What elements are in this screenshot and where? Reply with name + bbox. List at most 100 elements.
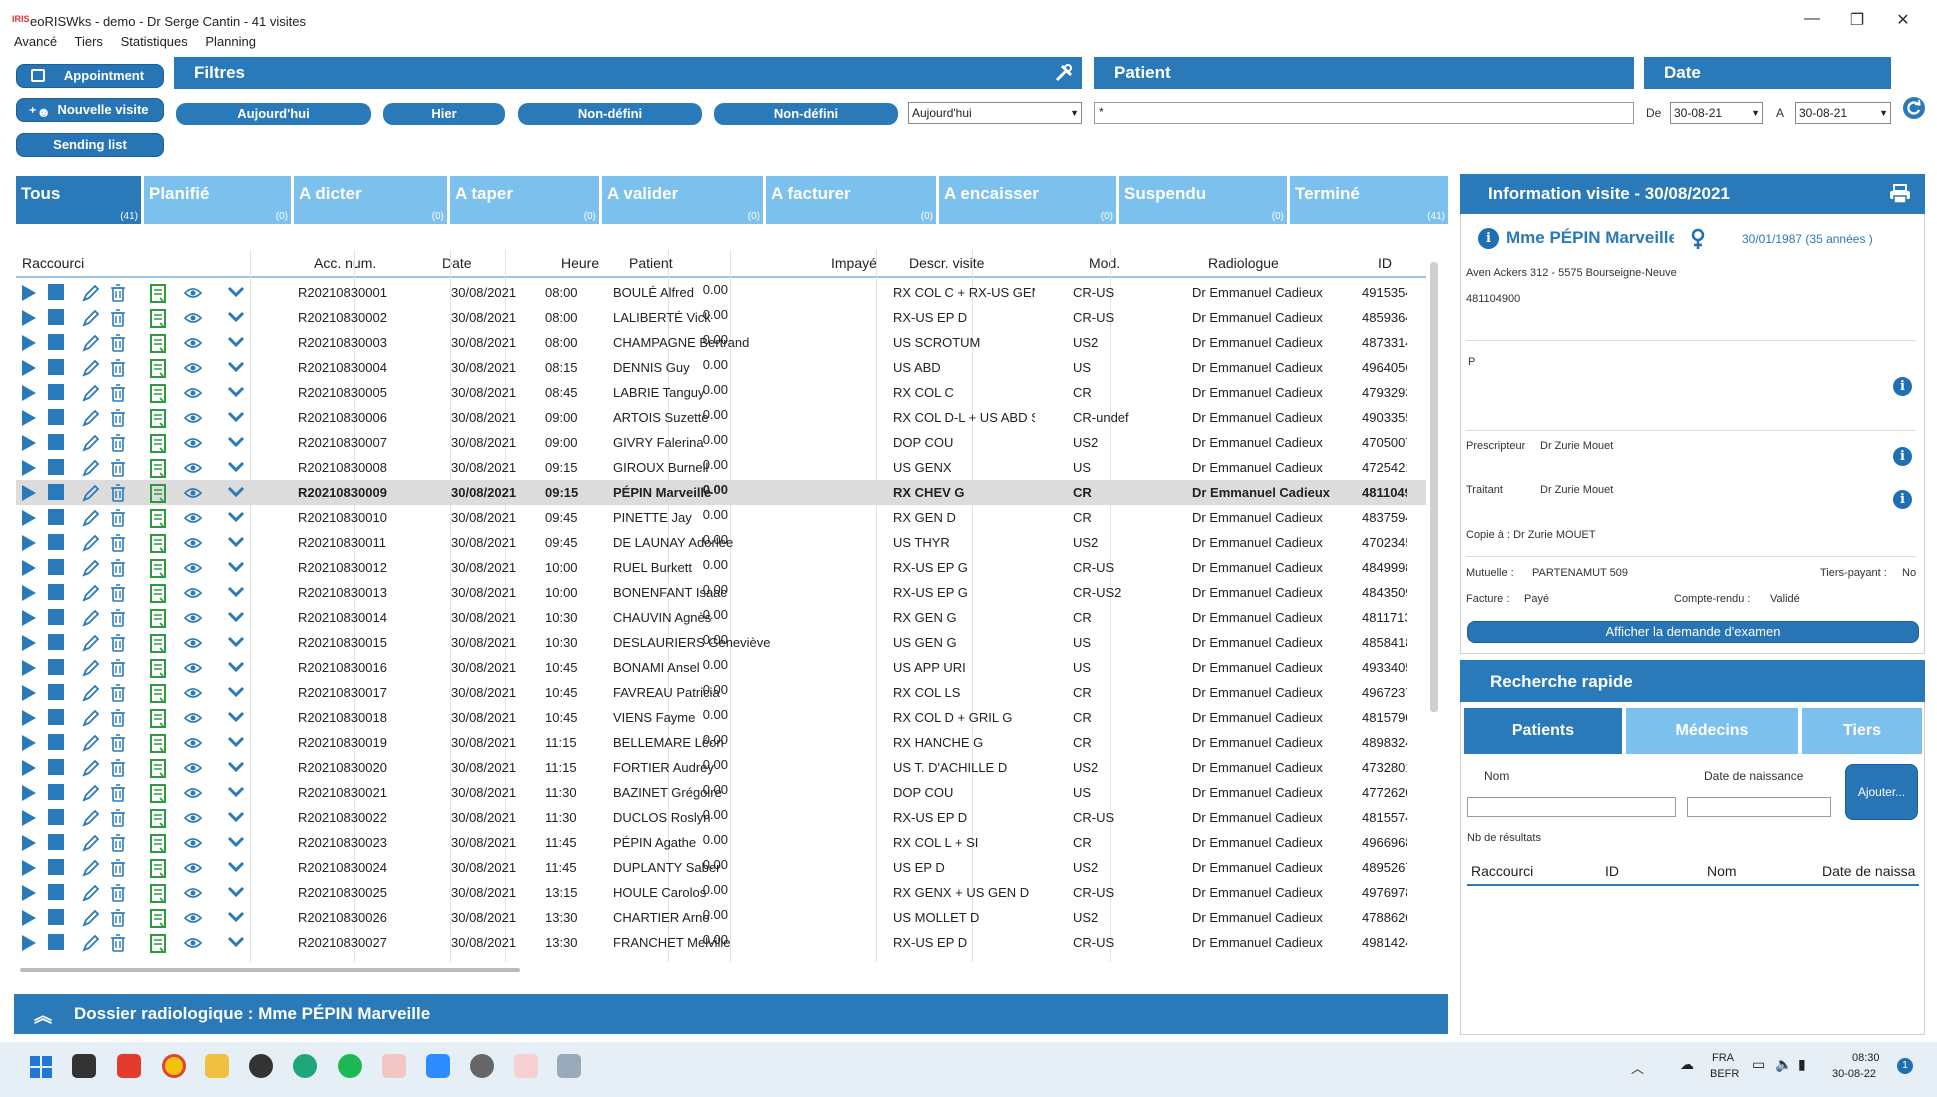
- report-icon[interactable]: [150, 609, 166, 628]
- trash-icon[interactable]: [110, 584, 126, 602]
- play-icon[interactable]: [20, 909, 38, 927]
- dossier-bar[interactable]: ︽ Dossier radiologique : Mme PÉPIN Marve…: [14, 994, 1448, 1034]
- play-icon[interactable]: [20, 409, 38, 427]
- chevron-down-icon[interactable]: [227, 486, 245, 498]
- menu-item-tiers[interactable]: Tiers: [75, 34, 103, 49]
- play-icon[interactable]: [20, 759, 38, 777]
- chevron-down-icon[interactable]: [227, 586, 245, 598]
- qs-col-nom[interactable]: Nom: [1707, 863, 1737, 879]
- report-icon[interactable]: [150, 434, 166, 453]
- menu-item-planning[interactable]: Planning: [205, 34, 256, 49]
- table-row[interactable]: R20210830026 30/08/2021 13:30 CHARTIER Arno…: [16, 905, 1426, 930]
- edit-icon[interactable]: [82, 309, 100, 327]
- play-icon[interactable]: [20, 734, 38, 752]
- chevron-down-icon[interactable]: [227, 736, 245, 748]
- stop-icon[interactable]: [48, 359, 64, 375]
- clock-date[interactable]: 30-08-22: [1832, 1068, 1876, 1080]
- chevron-down-icon[interactable]: [227, 911, 245, 923]
- stop-icon[interactable]: [48, 484, 64, 500]
- edit-icon[interactable]: [82, 334, 100, 352]
- table-row[interactable]: R20210830007 30/08/2021 09:00 GIVRY Falerin…: [16, 430, 1426, 455]
- grid-horizontal-scrollbar[interactable]: [20, 968, 520, 972]
- chevron-down-icon[interactable]: [227, 811, 245, 823]
- tools-icon[interactable]: [1054, 63, 1074, 83]
- file-explorer-icon[interactable]: [205, 1054, 229, 1078]
- volume-icon[interactable]: 🔈: [1775, 1056, 1792, 1073]
- report-icon[interactable]: [150, 559, 166, 578]
- report-icon[interactable]: [150, 584, 166, 603]
- col-radiologue[interactable]: Radiologue: [1208, 255, 1279, 271]
- chevron-down-icon[interactable]: [227, 511, 245, 523]
- prescripteur-info-icon[interactable]: i: [1893, 447, 1912, 466]
- trash-icon[interactable]: [110, 459, 126, 477]
- table-row[interactable]: R20210830020 30/08/2021 11:15 FORTIER Audre…: [16, 755, 1426, 780]
- play-icon[interactable]: [20, 934, 38, 952]
- col-acc-num[interactable]: Acc. num.: [314, 255, 376, 271]
- play-icon[interactable]: [20, 609, 38, 627]
- eye-icon[interactable]: [184, 712, 202, 724]
- trash-icon[interactable]: [110, 934, 126, 952]
- eye-icon[interactable]: [184, 637, 202, 649]
- dob-input[interactable]: [1687, 797, 1831, 817]
- edit-icon[interactable]: [82, 909, 100, 927]
- table-row[interactable]: R20210830005 30/08/2021 08:45 LABRIE Tanguy…: [16, 380, 1426, 405]
- report-icon[interactable]: [150, 534, 166, 553]
- chevron-down-icon[interactable]: [227, 661, 245, 673]
- trash-icon[interactable]: [110, 759, 126, 777]
- table-row[interactable]: R20210830027 30/08/2021 13:30 FRANCHET Melv…: [16, 930, 1426, 955]
- play-icon[interactable]: [20, 584, 38, 602]
- stop-icon[interactable]: [48, 659, 64, 675]
- table-row[interactable]: R20210830024 30/08/2021 11:45 DUPLANTY Sabe…: [16, 855, 1426, 880]
- chevron-down-icon[interactable]: [227, 636, 245, 648]
- chevron-down-icon[interactable]: [227, 411, 245, 423]
- trash-icon[interactable]: [110, 359, 126, 377]
- qs-col-date[interactable]: Date de naissa: [1822, 863, 1919, 879]
- grid-vertical-scrollbar[interactable]: [1430, 262, 1438, 712]
- eye-icon[interactable]: [184, 737, 202, 749]
- eye-icon[interactable]: [184, 762, 202, 774]
- table-row[interactable]: R20210830011 30/08/2021 09:45 DE LAUNAY Ado…: [16, 530, 1426, 555]
- traitant-info-icon[interactable]: i: [1893, 490, 1912, 509]
- lang-bottom[interactable]: BEFR: [1710, 1068, 1739, 1080]
- chevron-down-icon[interactable]: [227, 461, 245, 473]
- report-icon[interactable]: [150, 859, 166, 878]
- play-icon[interactable]: [20, 459, 38, 477]
- edit-icon[interactable]: [82, 609, 100, 627]
- stop-icon[interactable]: [48, 584, 64, 600]
- report-icon[interactable]: [150, 884, 166, 903]
- table-row[interactable]: R20210830013 30/08/2021 10:00 BONENFANT Isa…: [16, 580, 1426, 605]
- notification-badge[interactable]: 1: [1897, 1058, 1913, 1074]
- col-date[interactable]: Date: [442, 255, 472, 271]
- edit-icon[interactable]: [82, 459, 100, 477]
- eye-icon[interactable]: [184, 337, 202, 349]
- task-view-icon[interactable]: [72, 1054, 96, 1078]
- edit-icon[interactable]: [82, 359, 100, 377]
- table-row[interactable]: R20210830019 30/08/2021 11:15 BELLEMARE Léo…: [16, 730, 1426, 755]
- stop-icon[interactable]: [48, 434, 64, 450]
- report-icon[interactable]: [150, 334, 166, 353]
- report-icon[interactable]: [150, 934, 166, 953]
- menu-item-statistiques[interactable]: Statistiques: [121, 34, 188, 49]
- chevron-down-icon[interactable]: [227, 786, 245, 798]
- stop-icon[interactable]: [48, 409, 64, 425]
- edit-icon[interactable]: [82, 709, 100, 727]
- tab-a-dicter[interactable]: A dicter (0): [294, 176, 450, 224]
- table-row[interactable]: R20210830010 30/08/2021 09:45 PINETTE Jay 0.…: [16, 505, 1426, 530]
- chevron-down-icon[interactable]: [227, 561, 245, 573]
- table-row[interactable]: R20210830008 30/08/2021 09:15 GIROUX Burnel…: [16, 455, 1426, 480]
- trash-icon[interactable]: [110, 559, 126, 577]
- filter-yesterday-button[interactable]: Hier: [383, 103, 505, 125]
- col-id[interactable]: ID: [1378, 255, 1392, 271]
- table-row[interactable]: R20210830021 30/08/2021 11:30 BAZINET Grégo…: [16, 780, 1426, 805]
- tab-patients[interactable]: Patients: [1464, 708, 1622, 754]
- chevron-down-icon[interactable]: [227, 361, 245, 373]
- edit-icon[interactable]: [82, 684, 100, 702]
- trash-icon[interactable]: [110, 734, 126, 752]
- tab-medecins[interactable]: Médecins: [1626, 708, 1798, 754]
- stop-icon[interactable]: [48, 759, 64, 775]
- edit-icon[interactable]: [82, 809, 100, 827]
- eye-icon[interactable]: [184, 837, 202, 849]
- edit-icon[interactable]: [82, 784, 100, 802]
- trash-icon[interactable]: [110, 784, 126, 802]
- eye-icon[interactable]: [184, 812, 202, 824]
